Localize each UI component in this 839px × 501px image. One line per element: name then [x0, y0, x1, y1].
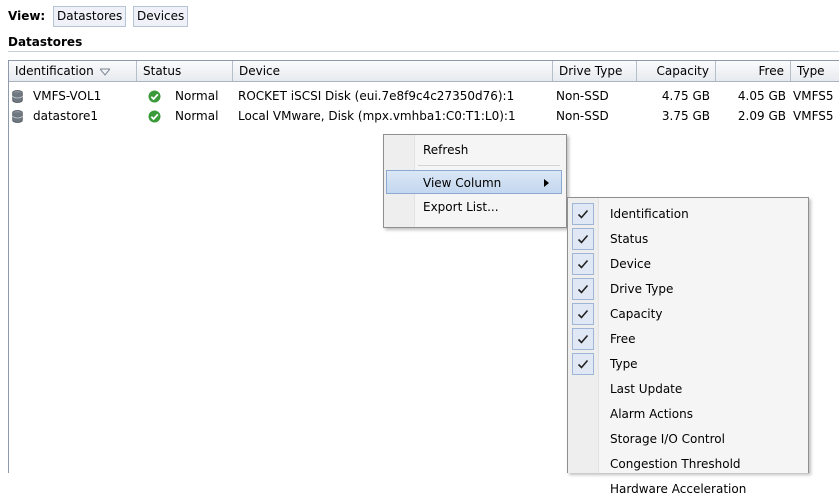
column-header-device[interactable]: Device: [233, 61, 553, 81]
column-header-type[interactable]: Type: [791, 61, 839, 81]
submenu-item-label: Drive Type: [610, 282, 674, 296]
submenu-item-label: Hardware Acceleration: [610, 482, 747, 496]
submenu-item-alarm-actions[interactable]: Alarm Actions: [570, 402, 804, 426]
section-divider: [8, 51, 839, 52]
cell-status: Normal: [175, 89, 219, 103]
table-header: Identification Status Device Drive Type …: [9, 61, 839, 82]
submenu-item-label: Storage I/O Control: [610, 432, 725, 446]
menu-item-label: Refresh: [423, 143, 469, 157]
submenu-item-label: Status: [610, 232, 649, 246]
submenu-item-label: Alarm Actions: [610, 407, 693, 421]
submenu-item-drive-type[interactable]: Drive Type: [570, 277, 804, 301]
submenu-item-label: Type: [610, 357, 638, 371]
submenu-item-label: Identification: [610, 207, 689, 221]
cell-free: 2.09 GB: [737, 109, 786, 123]
view-label: View:: [8, 9, 46, 23]
submenu-item-label: Congestion Threshold: [610, 457, 741, 471]
cell-device: ROCKET iSCSI Disk (eui.7e8f9c4c27350d76)…: [238, 89, 515, 103]
cell-drive-type: Non-SSD: [556, 89, 609, 103]
checkmark-icon: [572, 303, 594, 325]
submenu-item-last-update[interactable]: Last Update: [570, 377, 804, 401]
cell-free: 4.05 GB: [737, 89, 786, 103]
table-row[interactable]: VMFS-VOL1 Normal ROCKET iSCSI Disk (eui.…: [9, 86, 839, 106]
menu-item-refresh[interactable]: Refresh: [386, 138, 562, 162]
tab-devices[interactable]: Devices: [133, 6, 189, 27]
menu-item-export-list[interactable]: Export List...: [386, 195, 562, 219]
context-menu: Refresh View Column Export List...: [383, 134, 567, 228]
cell-status: Normal: [175, 109, 219, 123]
menu-item-view-column[interactable]: View Column: [386, 170, 562, 194]
chevron-right-icon: [544, 179, 549, 187]
column-header-capacity[interactable]: Capacity: [637, 61, 716, 81]
submenu-item-type[interactable]: Type: [570, 352, 804, 376]
tab-datastores[interactable]: Datastores: [53, 6, 127, 27]
submenu-item-status[interactable]: Status: [570, 227, 804, 251]
submenu-item-label: Capacity: [610, 307, 663, 321]
cell-capacity: 3.75 GB: [661, 109, 710, 123]
view-column-submenu: Identification Status Device Drive Type Capa…: [567, 197, 809, 496]
cell-drive-type: Non-SSD: [556, 109, 609, 123]
column-header-label: Identification: [15, 64, 94, 78]
submenu-item-device[interactable]: Device: [570, 252, 804, 276]
cell-type: VMFS5: [793, 109, 834, 123]
checkmark-icon: [572, 328, 594, 350]
menu-item-label: Export List...: [423, 200, 499, 214]
column-header-free[interactable]: Free: [716, 61, 791, 81]
checkmark-icon: [572, 203, 594, 225]
checkmark-icon: [572, 228, 594, 250]
submenu-item-free[interactable]: Free: [570, 327, 804, 351]
submenu-item-hardware-acceleration[interactable]: Hardware Acceleration: [570, 477, 804, 501]
cell-capacity: 4.75 GB: [661, 89, 710, 103]
checkmark-icon: [572, 353, 594, 375]
column-header-status[interactable]: Status: [137, 61, 233, 81]
cell-identification: VMFS-VOL1: [33, 89, 102, 103]
database-icon: [12, 110, 23, 123]
checkmark-icon: [572, 278, 594, 300]
submenu-item-storage-i-o-control[interactable]: Storage I/O Control: [570, 427, 804, 451]
table-row[interactable]: datastore1 Normal Local VMware, Disk (mp…: [9, 106, 839, 126]
column-header-identification[interactable]: Identification: [9, 61, 137, 81]
menu-item-label: View Column: [423, 176, 502, 190]
cell-device: Local VMware, Disk (mpx.vmhba1:C0:T1:L0)…: [238, 109, 516, 123]
check-circle-icon: [148, 90, 161, 103]
submenu-item-label: Free: [610, 332, 636, 346]
cell-identification: datastore1: [33, 109, 99, 123]
check-circle-icon: [148, 110, 161, 123]
cell-type: VMFS5: [793, 89, 834, 103]
submenu-item-congestion-threshold[interactable]: Congestion Threshold: [570, 452, 804, 476]
sort-down-icon: [99, 68, 110, 76]
checkmark-icon: [572, 253, 594, 275]
section-title: Datastores: [8, 35, 83, 49]
view-bar: View: Datastores Devices: [0, 0, 839, 30]
column-header-drive-type[interactable]: Drive Type: [553, 61, 637, 81]
submenu-item-label: Device: [610, 257, 652, 271]
submenu-item-label: Last Update: [610, 382, 683, 396]
submenu-item-capacity[interactable]: Capacity: [570, 302, 804, 326]
database-icon: [12, 90, 23, 103]
menu-separator: [418, 165, 560, 166]
submenu-item-identification[interactable]: Identification: [570, 202, 804, 226]
